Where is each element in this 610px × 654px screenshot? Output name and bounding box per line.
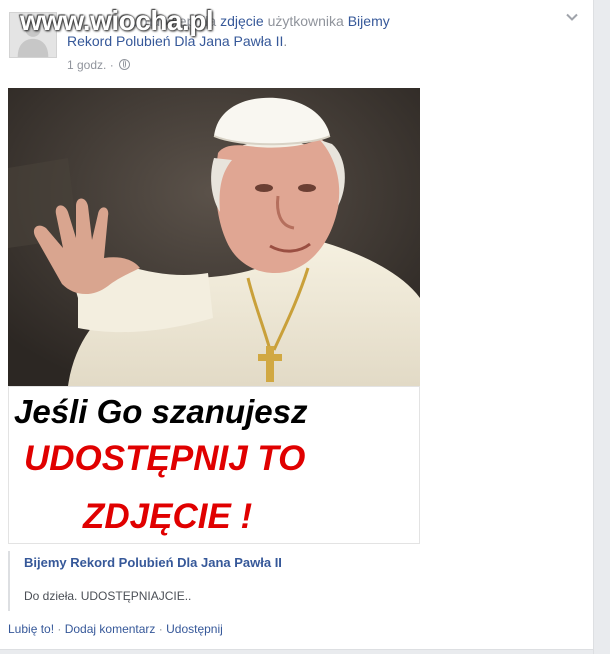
watermark-logo: www.wiocha.pl [20, 5, 214, 36]
globe-icon[interactable] [119, 59, 131, 70]
image-caption-area: Jeśli Go szanujesz UDOSTĘPNIJ TO ZDJĘCIE… [8, 386, 420, 544]
link-preview-title[interactable]: Bijemy Rekord Polubień Dla Jana Pawła II [24, 555, 282, 570]
comment-button[interactable]: Dodaj komentarz [65, 622, 156, 636]
link-preview-description: Do dzieła. UDOSTĘPNIAJCIE.. [24, 589, 192, 603]
action-separator: · [54, 622, 65, 636]
share-button[interactable]: Udostępnij [166, 622, 223, 636]
right-page-rail [593, 0, 610, 654]
caption-line-1: Jeśli Go szanujesz [14, 393, 308, 430]
caption-line-2: UDOSTĘPNIJ TO [24, 439, 306, 478]
action-separator: · [155, 622, 167, 636]
photo-link[interactable]: zdjęcie [220, 13, 264, 29]
post-photo[interactable] [8, 88, 420, 386]
link-preview[interactable]: Bijemy Rekord Polubień Dla Jana Pawła II… [8, 551, 420, 611]
caption-line-3: ZDJĘCIE ! [83, 497, 253, 536]
chevron-down-icon[interactable] [564, 9, 580, 25]
post-timestamp[interactable]: 1 godz. [67, 58, 106, 72]
like-button[interactable]: Lubię to! [8, 622, 54, 636]
post-meta: 1 godz. · [67, 58, 131, 72]
post-actions: Lubię to! · Dodaj komentarz · Udostępnij [8, 622, 223, 636]
bottom-page-edge [0, 649, 593, 654]
header-period: . [283, 33, 288, 49]
page-name-link-part1[interactable]: Bijemy [348, 13, 390, 29]
pope-photo-illustration [8, 88, 420, 386]
meta-separator: · [109, 58, 114, 72]
of-user-text: użytkownika [267, 13, 344, 29]
